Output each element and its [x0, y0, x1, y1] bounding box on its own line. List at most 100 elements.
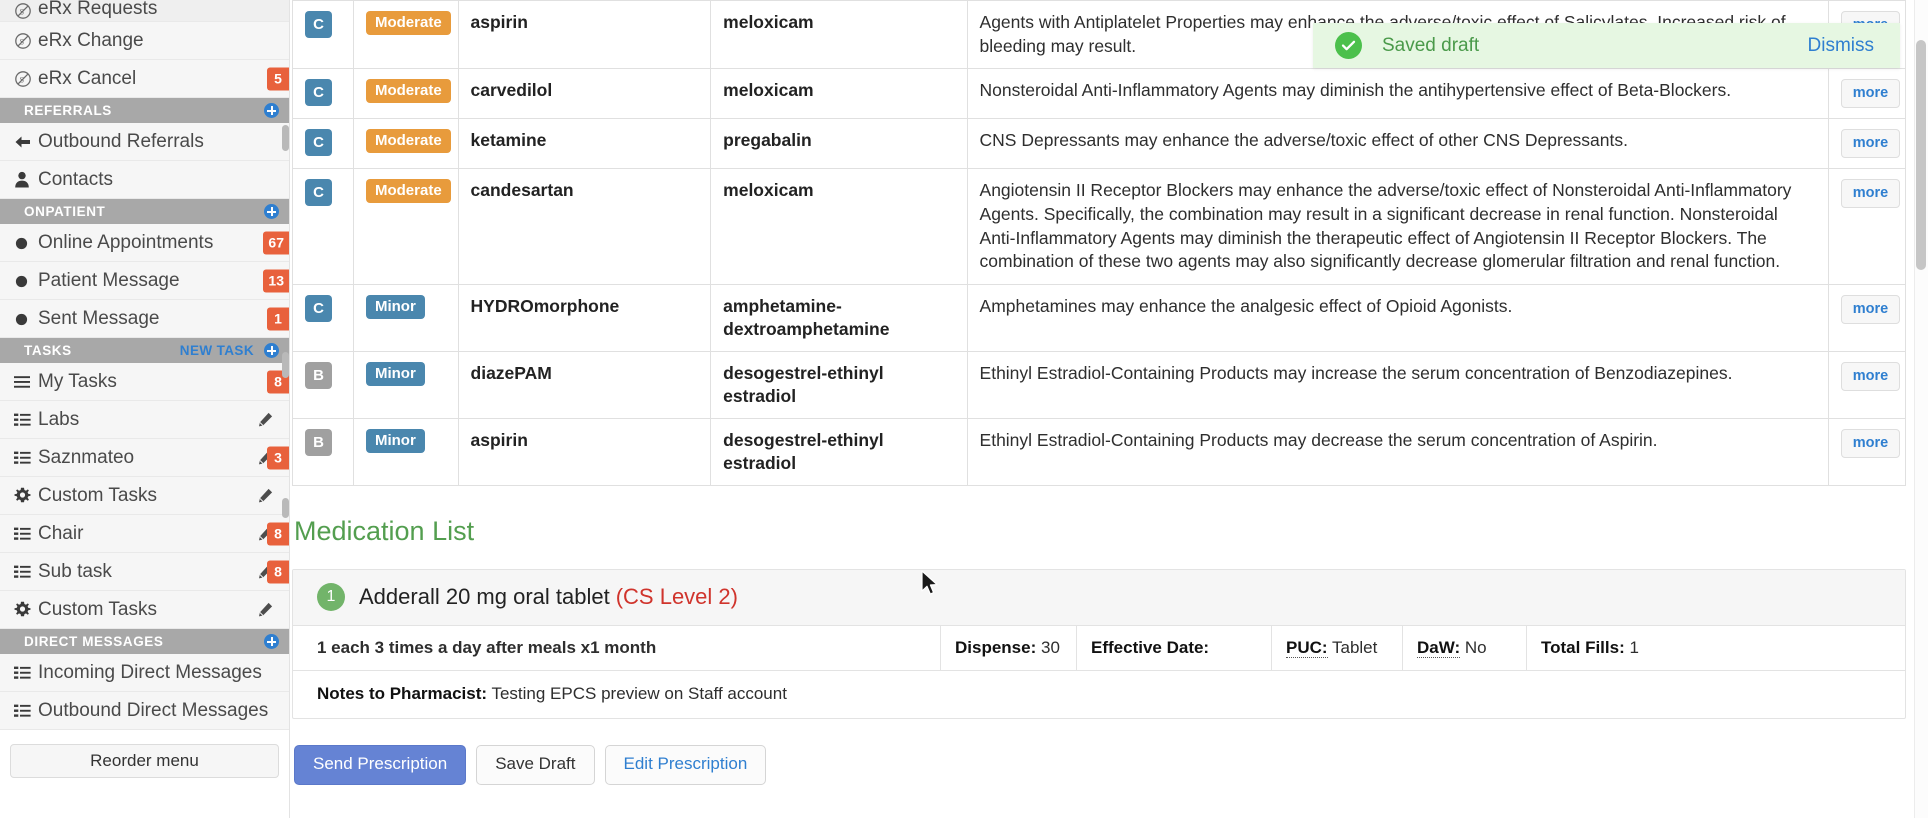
- send-prescription-button[interactable]: Send Prescription: [294, 745, 467, 785]
- toast-dismiss-link[interactable]: Dismiss: [1808, 35, 1875, 57]
- interaction-description: Angiotensin II Receptor Blockers may enh…: [966, 168, 1829, 285]
- sidebar-scroll-nub[interactable]: [282, 125, 289, 151]
- sidebar-scroll-nub[interactable]: [282, 498, 289, 518]
- sidebar-item-patient-message[interactable]: Patient Message 13: [0, 262, 289, 300]
- edit-pencil-icon[interactable]: [255, 602, 275, 617]
- sidebar-item-label: Chair: [38, 522, 84, 544]
- app-root: SeRx Requests SeRx Change SeRx Cancel 5 REF…: [0, 0, 1928, 818]
- drug-interactions-body: C Moderate aspirin meloxicam Agents with Ant…: [292, 0, 1907, 487]
- plus-circle-icon[interactable]: [264, 343, 279, 358]
- sidebar-item-erx-requests[interactable]: SeRx Requests: [0, 0, 289, 22]
- more-button[interactable]: more: [1840, 429, 1901, 459]
- sidebar-item-erx-change[interactable]: SeRx Change: [0, 22, 289, 60]
- severity-cell: C: [292, 168, 354, 285]
- drug-one-name: diazePAM: [457, 350, 712, 420]
- interaction-description: CNS Depressants may enhance the adverse/…: [966, 118, 1829, 170]
- more-button[interactable]: more: [1840, 79, 1901, 109]
- save-draft-button[interactable]: Save Draft: [476, 745, 595, 785]
- sidebar-item-label: eRx Cancel: [38, 67, 137, 89]
- medication-list-title: Medication List: [294, 516, 475, 547]
- sidebar-item-chair[interactable]: Chair 8: [0, 515, 289, 553]
- prescription-action-bar: Send Prescription Save Draft Edit Prescr…: [292, 745, 1900, 785]
- sidebar-item-outbound-direct-messages[interactable]: Outbound Direct Messages: [0, 692, 289, 730]
- daw-label: DaW:: [1417, 638, 1461, 659]
- plus-circle-icon[interactable]: [264, 204, 279, 219]
- more-cell: more: [1827, 168, 1907, 285]
- erx-icon: S: [14, 32, 38, 50]
- sidebar-item-sent-message[interactable]: Sent Message 1: [0, 300, 289, 338]
- sidebar-item-custom-tasks[interactable]: Custom Tasks: [0, 591, 289, 629]
- dispense: Dispense: 30: [941, 626, 1077, 671]
- sidebar-item-sub-task[interactable]: Sub task 8: [0, 553, 289, 591]
- severity-code-badge: B: [305, 429, 332, 457]
- severity-code-badge: C: [305, 294, 332, 322]
- severity-cell: C: [292, 68, 354, 120]
- sidebar: SeRx Requests SeRx Change SeRx Cancel 5 REF…: [0, 0, 290, 818]
- sidebar-item-badge: 1: [267, 307, 289, 330]
- sidebar-scroll-nub[interactable]: [282, 352, 289, 378]
- sidebar-item-saznmateo[interactable]: Saznmateo 3: [0, 439, 289, 477]
- sidebar-item-label: Custom Tasks: [38, 598, 157, 620]
- severity-code-badge: C: [305, 79, 332, 107]
- edit-pencil-icon[interactable]: [255, 488, 275, 503]
- plus-circle-icon[interactable]: [264, 103, 279, 118]
- notes-to-pharmacist: Notes to Pharmacist: Testing EPCS previe…: [293, 671, 1905, 718]
- more-button[interactable]: more: [1840, 179, 1901, 209]
- sidebar-item-badge: 5: [267, 67, 289, 90]
- reorder-menu-button[interactable]: Reorder menu: [10, 744, 279, 778]
- sidebar-item-label: Outbound Direct Messages: [38, 699, 269, 721]
- sidebar-item-label: Incoming Direct Messages: [38, 661, 262, 683]
- sidebar-item-incoming-direct-messages[interactable]: Incoming Direct Messages: [0, 654, 289, 692]
- medication-detail-row: 1 each 3 times a day after meals x1 mont…: [293, 626, 1905, 672]
- medication-sig: 1 each 3 times a day after meals x1 mont…: [293, 626, 941, 671]
- sidebar-section-action[interactable]: NEW TASK: [180, 343, 254, 358]
- level-cell: Moderate: [352, 0, 459, 70]
- severity-code-badge: C: [305, 179, 332, 207]
- sidebar-item-badge: 8: [267, 560, 289, 583]
- sidebar-item-label: Saznmateo: [38, 446, 135, 468]
- sidebar-item-badge: 3: [267, 446, 289, 469]
- sidebar-item-badge: 13: [263, 269, 289, 292]
- list-icon: [14, 451, 38, 464]
- sidebar-item-erx-cancel[interactable]: SeRx Cancel 5: [0, 60, 289, 98]
- sidebar-item-label: eRx Requests: [38, 0, 158, 19]
- medication-cards: 1 Adderall 20 mg oral tablet (CS Level 2) 1…: [292, 569, 1906, 720]
- sidebar-section-onpatient: ONPATIENT: [0, 199, 289, 224]
- edit-prescription-button[interactable]: Edit Prescription: [604, 745, 767, 785]
- plus-circle-icon[interactable]: [264, 634, 279, 649]
- table-row: C Moderate ketamine pregabalin CNS Depressan…: [292, 118, 1907, 170]
- sidebar-section-referrals: REFERRALS: [0, 98, 289, 123]
- dot-icon: [14, 311, 38, 327]
- sidebar-item-labs[interactable]: Labs: [0, 401, 289, 439]
- sidebar-section-title: DIRECT MESSAGES: [24, 634, 164, 649]
- list-icon: [14, 527, 38, 540]
- sidebar-item-label: Contacts: [38, 168, 113, 190]
- drug-two-name: meloxicam: [710, 0, 968, 70]
- more-button[interactable]: more: [1840, 361, 1901, 391]
- sidebar-item-outbound-referrals[interactable]: Outbound Referrals: [0, 123, 289, 161]
- severity-code-badge: C: [305, 11, 332, 38]
- table-row: C Minor HYDROmorphone amphetamine-dextroamp…: [292, 283, 1907, 352]
- sidebar-item-online-appointments[interactable]: Online Appointments 67: [0, 224, 289, 262]
- more-button[interactable]: more: [1840, 294, 1901, 324]
- severity-level-badge: Moderate: [365, 179, 451, 204]
- drug-two-name: amphetamine-dextroamphetamine: [710, 283, 968, 352]
- sidebar-item-contacts[interactable]: Contacts: [0, 161, 289, 199]
- dispense-label: Dispense:: [955, 638, 1037, 658]
- sidebar-section-items: My Tasks 8 Labs Saznmateo 3 Custom Tasks Chair…: [0, 363, 289, 629]
- sidebar-section-direct-messages: DIRECT MESSAGES: [0, 629, 289, 654]
- edit-pencil-icon[interactable]: [255, 412, 275, 427]
- more-button[interactable]: more: [1840, 129, 1901, 159]
- sidebar-section-title: ONPATIENT: [24, 204, 106, 219]
- main-content: C Moderate aspirin meloxicam Agents with Ant…: [290, 0, 1928, 818]
- interaction-description: Amphetamines may enhance the analgesic e…: [966, 283, 1829, 352]
- sidebar-item-my-tasks[interactable]: My Tasks 8: [0, 363, 289, 401]
- main-scroll-thumb[interactable]: [1916, 40, 1926, 270]
- sidebar-item-label: Sub task: [38, 560, 112, 582]
- gear-icon: [14, 487, 38, 504]
- more-cell: more: [1827, 283, 1907, 352]
- sidebar-section-title: REFERRALS: [24, 103, 112, 118]
- drug-one-name: HYDROmorphone: [457, 283, 712, 352]
- main-scrollbar[interactable]: [1914, 0, 1928, 818]
- sidebar-item-custom-tasks[interactable]: Custom Tasks: [0, 477, 289, 515]
